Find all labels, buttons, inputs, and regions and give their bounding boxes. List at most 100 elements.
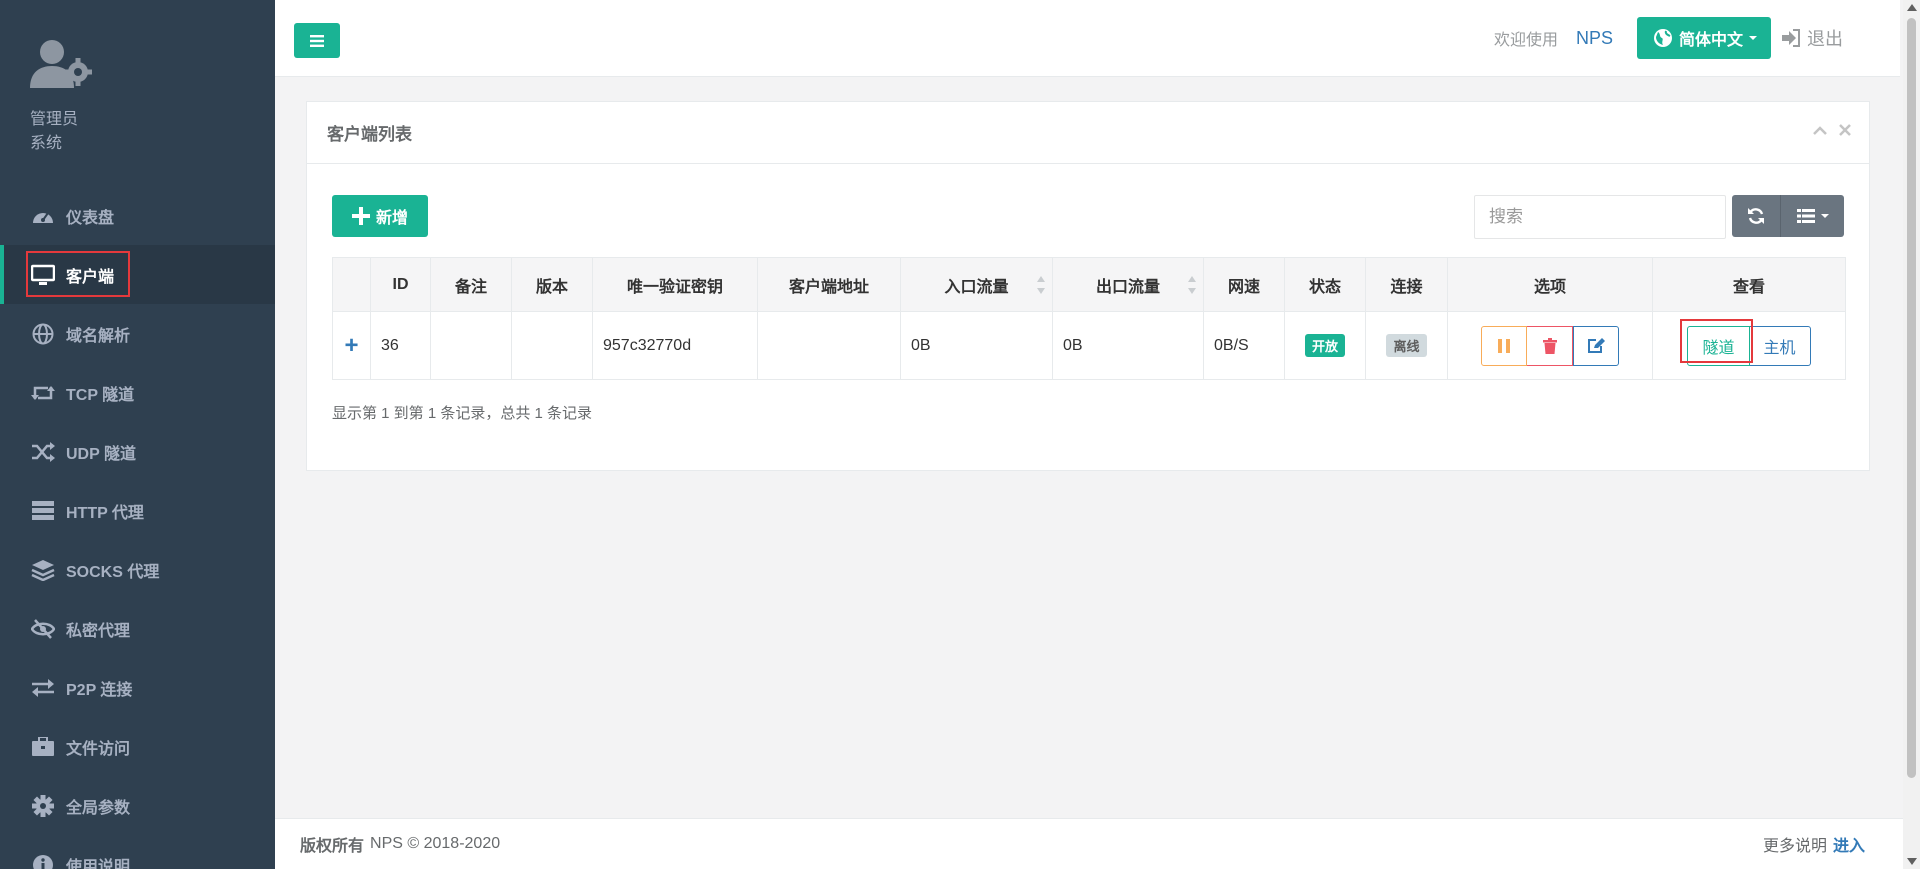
eye-slash-icon (30, 618, 56, 640)
col-options: 选项 (1447, 257, 1653, 312)
server-icon (30, 500, 56, 522)
table-row: + 36 957c32770d 0B 0B 0B/S 开放 离线 隧道 主机 (332, 311, 1846, 380)
brand-link[interactable]: NPS (1576, 28, 1613, 49)
col-id[interactable]: ID (370, 257, 431, 312)
col-rate: 网速 (1203, 257, 1285, 312)
scroll-thumb[interactable] (1907, 18, 1916, 778)
sort-icon (1036, 276, 1046, 294)
copyright-text: NPS © 2018-2020 (370, 835, 501, 852)
table-tool-group (1732, 195, 1844, 237)
user-gear-icon (30, 38, 94, 94)
sidebar-item-udp[interactable]: UDP 隧道 (0, 422, 275, 481)
globe-icon (1653, 29, 1672, 47)
retweet-icon (30, 382, 56, 404)
status-badge: 开放 (1304, 334, 1345, 357)
sidebar-item-help[interactable]: 使用说明 (0, 835, 275, 869)
panel-tools (1813, 124, 1851, 136)
sidebar-item-global[interactable]: 全局参数 (0, 776, 275, 835)
expand-row-button[interactable]: + (332, 311, 371, 380)
sidebar-item-p2p[interactable]: P2P 连接 (0, 658, 275, 717)
cell-rate: 0B/S (1203, 311, 1285, 380)
close-icon[interactable] (1839, 124, 1851, 136)
scroll-down-icon[interactable] (1907, 858, 1917, 865)
view-tunnel-button[interactable]: 隧道 (1687, 325, 1750, 366)
pause-button[interactable] (1481, 325, 1527, 366)
add-client-button[interactable]: 新增 (332, 195, 428, 237)
columns-dropdown-button[interactable] (1780, 195, 1844, 237)
pause-icon (1498, 338, 1510, 353)
bars-icon (310, 34, 324, 47)
cell-out-flow: 0B (1052, 311, 1204, 380)
col-view: 查看 (1652, 257, 1846, 312)
cell-connection: 离线 (1365, 311, 1448, 380)
cell-options (1447, 311, 1653, 380)
row-actions (1458, 325, 1642, 366)
sidebar-item-domain[interactable]: 域名解析 (0, 304, 275, 363)
language-dropdown[interactable]: 简体中文 (1636, 17, 1771, 59)
logout-label: 退出 (1807, 29, 1843, 49)
footer-right: 更多说明 进入 (1763, 832, 1865, 856)
chevron-up-icon[interactable] (1813, 125, 1827, 135)
col-address: 客户端地址 (757, 257, 901, 312)
topbar-right: 欢迎使用 NPS 简体中文 退出 (1494, 17, 1843, 59)
cell-address (757, 311, 901, 380)
sidebar-item-file[interactable]: 文件访问 (0, 717, 275, 776)
search-input[interactable] (1474, 195, 1726, 239)
profile-name: 管理员 (30, 111, 79, 128)
sort-icon (1187, 276, 1197, 294)
col-out-flow[interactable]: 出口流量 (1052, 257, 1204, 312)
info-icon (30, 854, 56, 869)
scroll-up-icon[interactable] (1907, 4, 1917, 11)
globe-icon (30, 323, 56, 345)
edit-button[interactable] (1573, 325, 1619, 366)
sidebar-item-http[interactable]: HTTP 代理 (0, 481, 275, 540)
dashboard-icon (30, 205, 56, 227)
caret-down-icon (1820, 214, 1829, 218)
sidebar-item-socks[interactable]: SOCKS 代理 (0, 540, 275, 599)
col-status: 状态 (1284, 257, 1366, 312)
pagination-info: 显示第 1 到第 1 条记录，总共 1 条记录 (332, 405, 593, 422)
gear-icon (30, 794, 56, 817)
col-connection: 连接 (1365, 257, 1448, 312)
panel-header: 客户端列表 (307, 102, 1869, 164)
col-in-flow[interactable]: 入口流量 (900, 257, 1053, 312)
sidebar-item-secret[interactable]: 私密代理 (0, 599, 275, 658)
col-expand (332, 257, 371, 312)
random-icon (30, 441, 56, 463)
col-remark: 备注 (430, 257, 512, 312)
menu-toggle-button[interactable] (294, 23, 340, 58)
connection-badge: 离线 (1386, 334, 1427, 357)
logout-link[interactable]: 退出 (1781, 25, 1843, 51)
delete-button[interactable] (1527, 325, 1573, 366)
profile-role: 系统 (30, 135, 63, 152)
refresh-icon (1748, 208, 1764, 224)
cell-in-flow: 0B (900, 311, 1053, 380)
col-version: 版本 (511, 257, 593, 312)
refresh-button[interactable] (1732, 195, 1780, 237)
edit-icon (1588, 337, 1605, 353)
sign-in-icon (1782, 29, 1800, 47)
table-header-row: ID 备注 版本 唯一验证密钥 客户端地址 入口流量 出口流量 网速 状态 连接… (332, 257, 1846, 312)
caret-down-icon (1749, 36, 1757, 40)
more-info-label: 更多说明 (1762, 838, 1827, 855)
sidebar-item-dashboard[interactable]: 仪表盘 (0, 186, 275, 245)
client-list-panel: 客户端列表 新增 ID 备注 版本 (306, 101, 1870, 471)
view-actions: 隧道 主机 (1663, 325, 1835, 366)
col-vkey: 唯一验证密钥 (592, 257, 758, 312)
sidebar-item-clients[interactable]: 客户端 (0, 245, 275, 304)
cell-version (511, 311, 593, 380)
sidebar: 管理员 系统 仪表盘 客户端 域名解析 TCP 隧道 UDP 隧道 HTTP 代… (0, 0, 275, 869)
vertical-scrollbar[interactable] (1903, 0, 1920, 869)
language-label: 简体中文 (1678, 32, 1743, 49)
cell-remark (430, 311, 512, 380)
exchange-icon (30, 677, 56, 699)
view-host-button[interactable]: 主机 (1749, 325, 1811, 366)
more-info-link[interactable]: 进入 (1833, 838, 1865, 855)
table-toolbar: 新增 (332, 195, 1844, 239)
sidebar-item-tcp[interactable]: TCP 隧道 (0, 363, 275, 422)
list-icon (1796, 209, 1815, 223)
welcome-text: 欢迎使用 (1493, 32, 1558, 49)
cell-vkey: 957c32770d (592, 311, 758, 380)
add-button-label: 新增 (375, 210, 408, 227)
monitor-icon (30, 264, 56, 286)
